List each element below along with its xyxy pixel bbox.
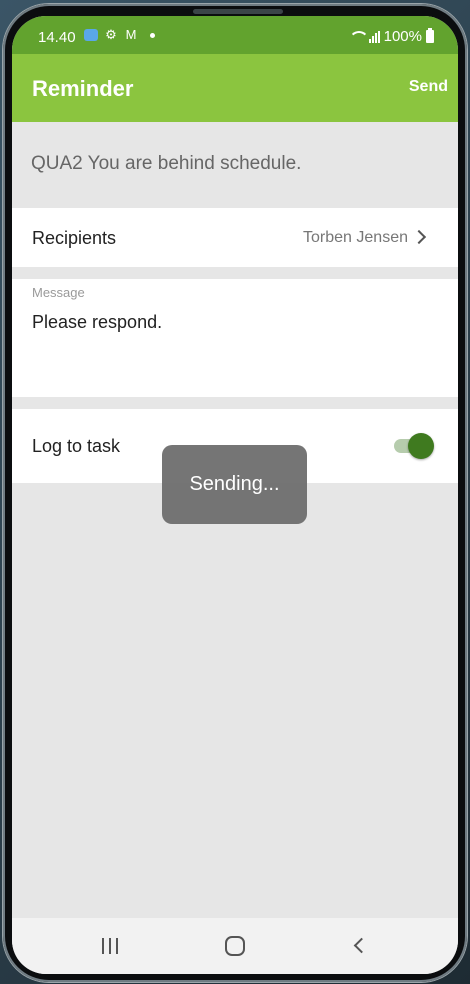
recipients-label: Recipients: [32, 228, 117, 248]
recipients-row[interactable]: Recipients Torben Jensen: [12, 208, 458, 267]
status-icons-left: ⚙ M: [84, 28, 155, 42]
phone-screen: 14.40 ⚙ M 100% Reminder Send QUA2 You ar: [12, 16, 458, 974]
home-button[interactable]: [205, 918, 265, 974]
recents-icon: [102, 938, 104, 954]
log-to-task-label: Log to task: [32, 436, 121, 456]
app-icon: [84, 29, 98, 41]
back-arrow-icon: [353, 937, 370, 954]
back-button[interactable]: [330, 918, 390, 974]
signal-icon: [368, 30, 380, 43]
camera-notch: [193, 9, 283, 14]
home-icon: [225, 936, 245, 956]
device-frame: 14.40 ⚙ M 100% Reminder Send QUA2 You ar: [0, 0, 470, 984]
message-caption: Message: [32, 285, 85, 300]
mail-icon: M: [125, 27, 137, 42]
message-input[interactable]: Please respond.: [32, 312, 432, 333]
battery-percent: 100%: [383, 28, 422, 45]
navigation-bar: [12, 918, 458, 974]
dot-icon: [150, 32, 155, 38]
status-bar: 14.40 ⚙ M 100%: [12, 16, 458, 54]
status-time: 14.40: [38, 29, 76, 46]
log-to-task-toggle[interactable]: [394, 433, 434, 461]
app-bar: Reminder Send: [12, 54, 458, 122]
status-icons-right: 100%: [348, 28, 434, 45]
page-title: Reminder: [32, 76, 134, 101]
sending-toast: Sending...: [162, 445, 307, 524]
send-button[interactable]: Send: [409, 78, 448, 96]
chevron-right-icon: [411, 229, 427, 245]
battery-icon: [426, 28, 434, 43]
gear-icon: ⚙: [105, 27, 117, 42]
message-field[interactable]: Message Please respond.: [12, 279, 458, 397]
recents-button[interactable]: [80, 918, 140, 974]
toggle-knob: [408, 433, 434, 459]
reminder-subject: QUA2 You are behind schedule.: [31, 153, 302, 174]
recipients-value: Torben Jensen: [303, 229, 408, 246]
wifi-icon: [348, 30, 369, 43]
